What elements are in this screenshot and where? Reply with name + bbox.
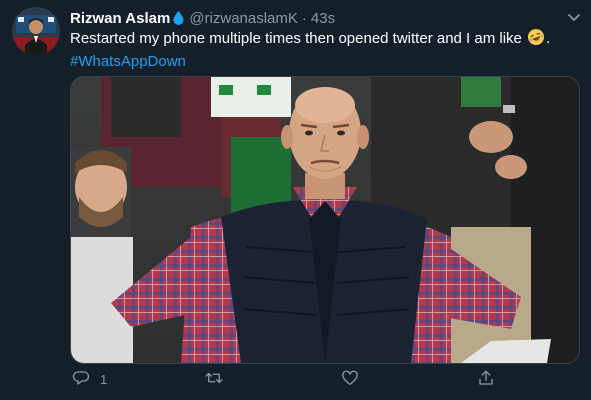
hashtag-link[interactable]: #WhatsAppDown <box>70 53 186 70</box>
retweet-button[interactable] <box>204 369 224 390</box>
like-button[interactable] <box>341 369 359 390</box>
tweet-timestamp[interactable]: 43s <box>311 10 335 27</box>
like-icon <box>341 369 359 390</box>
share-icon <box>477 369 495 390</box>
tweet-actions: 1 <box>70 369 510 393</box>
laughing-emoji-icon <box>527 28 545 52</box>
tweet-body: Restarted my phone multiple times then o… <box>70 30 527 47</box>
user-handle[interactable]: @rizwanaslamK <box>189 10 298 27</box>
share-button[interactable] <box>477 369 495 390</box>
avatar[interactable] <box>12 7 60 55</box>
drop-icon <box>173 11 184 25</box>
reply-count: 1 <box>100 372 108 387</box>
tweet-header: Rizwan Aslam @rizwanaslamK · 43s <box>70 8 581 28</box>
chevron-down-icon[interactable] <box>565 9 583 27</box>
reply-button[interactable]: 1 <box>72 369 107 390</box>
retweet-icon <box>204 369 224 390</box>
separator-dot: · <box>301 9 307 27</box>
tweet-text: Restarted my phone multiple times then o… <box>70 28 580 72</box>
reply-icon <box>72 369 90 390</box>
tweet-body-end: . <box>546 30 551 47</box>
display-name[interactable]: Rizwan Aslam <box>70 10 170 27</box>
tweet-media-image[interactable] <box>70 76 580 364</box>
